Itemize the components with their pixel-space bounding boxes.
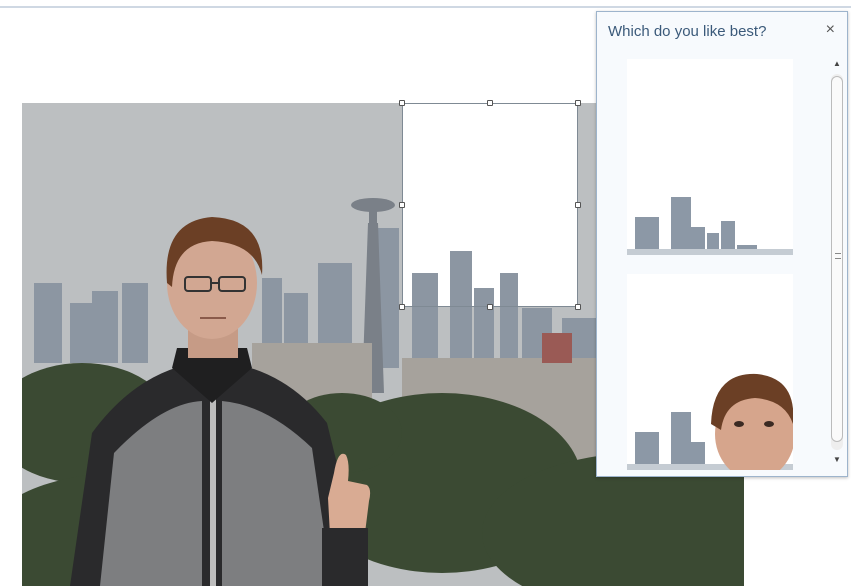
suggestion-panel: Which do you like best? × ▲ ▼ (596, 11, 848, 477)
panel-title: Which do you like best? (608, 23, 767, 40)
scroll-grip-icon (835, 253, 841, 259)
resize-handle-bottom[interactable] (487, 304, 493, 310)
crop-option-face[interactable] (627, 274, 793, 470)
resize-handle-bottom-right[interactable] (575, 304, 581, 310)
resize-handle-left[interactable] (399, 202, 405, 208)
crop-option-skyline[interactable] (627, 59, 793, 255)
window-top-border (0, 6, 851, 8)
resize-handle-right[interactable] (575, 202, 581, 208)
resize-handle-top-right[interactable] (575, 100, 581, 106)
crop-option-face-preview (627, 274, 793, 470)
scroll-down-arrow-icon[interactable]: ▼ (829, 452, 845, 468)
crop-option-skyline-preview (627, 59, 793, 255)
resize-handle-top[interactable] (487, 100, 493, 106)
panel-scrollbar[interactable]: ▲ ▼ (829, 56, 845, 468)
scroll-thumb[interactable] (831, 76, 843, 442)
close-icon[interactable]: × (826, 20, 835, 40)
scroll-up-arrow-icon[interactable]: ▲ (829, 56, 845, 72)
resize-handle-bottom-left[interactable] (399, 304, 405, 310)
resize-handle-top-left[interactable] (399, 100, 405, 106)
